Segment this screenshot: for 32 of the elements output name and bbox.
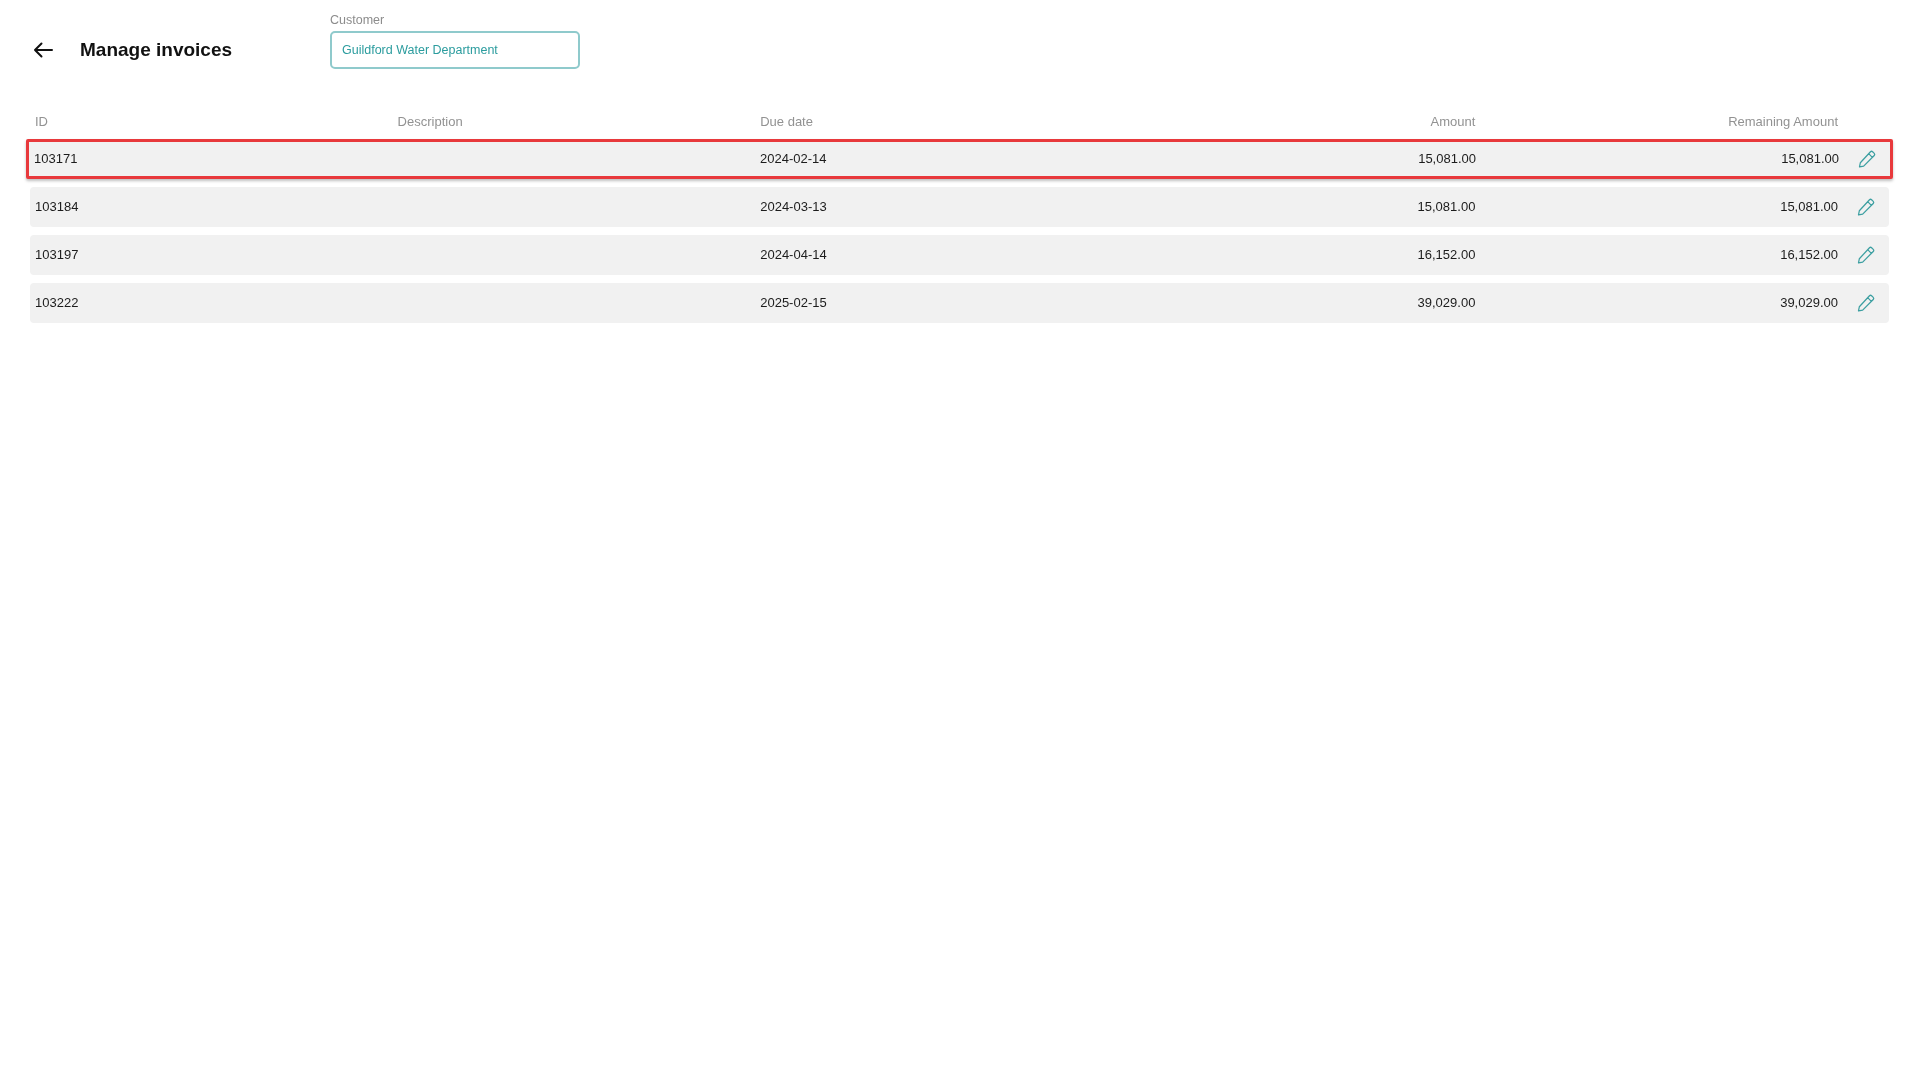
table-cell: 2024-02-14 bbox=[760, 150, 827, 168]
table-cell: 39,029.00 bbox=[1780, 294, 1838, 312]
table-cell: 2024-04-14 bbox=[760, 246, 827, 264]
pencil-icon[interactable] bbox=[1857, 149, 1877, 169]
table-cell: 15,081.00 bbox=[1781, 150, 1839, 168]
column-header: Due date bbox=[759, 113, 814, 131]
table-row[interactable]: 103171 2024-02-14 15,081.00 15,081.00 bbox=[26, 139, 1893, 179]
table-row[interactable]: 103222 2025-02-15 39,029.00 39,029.00 bbox=[30, 283, 1889, 323]
table-cell: 39,029.00 bbox=[1417, 294, 1476, 312]
table-cell: 103184 bbox=[35, 198, 79, 216]
column-header: Remaining Amount bbox=[1727, 113, 1839, 131]
table-row[interactable]: 103184 2024-03-13 15,081.00 15,081.00 bbox=[30, 187, 1889, 227]
table-cell: 16,152.00 bbox=[1780, 246, 1838, 264]
table-cell: 15,081.00 bbox=[1780, 198, 1838, 216]
pencil-icon[interactable] bbox=[1856, 245, 1876, 265]
table-cell: 103222 bbox=[35, 294, 79, 312]
table-cell: 103171 bbox=[34, 150, 78, 168]
table-cell: 103197 bbox=[35, 246, 79, 264]
field-label: Customer bbox=[330, 12, 385, 28]
column-header: Description bbox=[396, 113, 464, 131]
pencil-icon[interactable] bbox=[1856, 293, 1876, 313]
pencil-icon[interactable] bbox=[1856, 197, 1876, 217]
column-header: Amount bbox=[1429, 113, 1477, 131]
table-cell: 2024-03-13 bbox=[760, 198, 827, 216]
table-cell: 15,081.00 bbox=[1418, 150, 1476, 168]
table-row[interactable]: 103197 2024-04-14 16,152.00 16,152.00 bbox=[30, 235, 1889, 275]
table-cell: 2025-02-15 bbox=[760, 294, 827, 312]
table-cell: 16,152.00 bbox=[1417, 246, 1476, 264]
column-header: ID bbox=[34, 113, 49, 131]
back-arrow-icon[interactable] bbox=[33, 42, 53, 58]
page-title: Manage invoices bbox=[80, 38, 233, 62]
table-cell: 15,081.00 bbox=[1417, 198, 1476, 216]
